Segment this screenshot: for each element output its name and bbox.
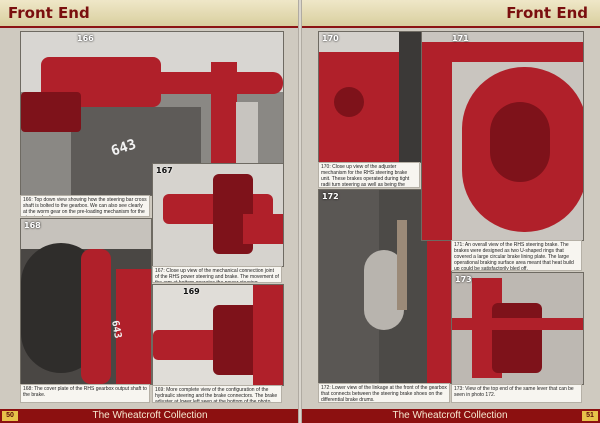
photo-172-number: 172 xyxy=(322,192,339,201)
photo-170: 170 xyxy=(318,31,422,163)
caption-170: 170: Close up view of the adjuster mecha… xyxy=(318,162,420,188)
photo-173: 173 xyxy=(451,272,584,385)
photo-166-number: 166 xyxy=(77,34,94,43)
right-footer-collection: The Wheatcroft Collection xyxy=(392,410,508,421)
photo-168: 168 643 xyxy=(20,218,152,385)
right-header: Front End xyxy=(300,0,600,28)
photo-167-number: 167 xyxy=(156,166,173,175)
photo-173-number: 173 xyxy=(455,275,472,284)
photo-169-number: 169 xyxy=(183,287,200,296)
left-footer: The Wheatcroft Collection 50 xyxy=(0,409,300,423)
caption-167: 167: Close up view of the mechanical con… xyxy=(152,266,282,283)
caption-169: 169: More complete view of the configura… xyxy=(152,385,282,403)
photo-167: 167 xyxy=(152,163,284,267)
right-header-title: Front End xyxy=(506,4,588,22)
left-page-number: 50 xyxy=(2,411,18,421)
right-page-number: 51 xyxy=(582,411,598,421)
photo-170-number: 170 xyxy=(322,34,339,43)
right-page: Front End 170 170: Close up view of the … xyxy=(300,0,600,423)
book-spread: Front End 166 643 166: Top down view sho… xyxy=(0,0,600,423)
book-spine xyxy=(298,0,302,423)
right-footer: The Wheatcroft Collection 51 xyxy=(300,409,600,423)
left-header: Front End xyxy=(0,0,300,28)
caption-173: 173: View of the top end of the same lev… xyxy=(451,384,582,403)
left-page: Front End 166 643 166: Top down view sho… xyxy=(0,0,300,423)
caption-168: 168: The cover plate of the RHS gearbox … xyxy=(20,384,150,403)
photo-171-number: 171 xyxy=(452,34,469,43)
photo-171: 171 xyxy=(421,31,584,241)
caption-172: 172: Lower view of the linkage at the fr… xyxy=(318,383,450,403)
caption-171: 171: An overall view of the RHS steering… xyxy=(451,240,582,271)
photo-168-number: 168 xyxy=(24,221,41,230)
left-footer-collection: The Wheatcroft Collection xyxy=(92,410,208,421)
photo-169: 169 xyxy=(152,284,284,386)
caption-166: 166: Top down view showing how the steer… xyxy=(20,195,150,217)
left-header-title: Front End xyxy=(8,4,90,22)
